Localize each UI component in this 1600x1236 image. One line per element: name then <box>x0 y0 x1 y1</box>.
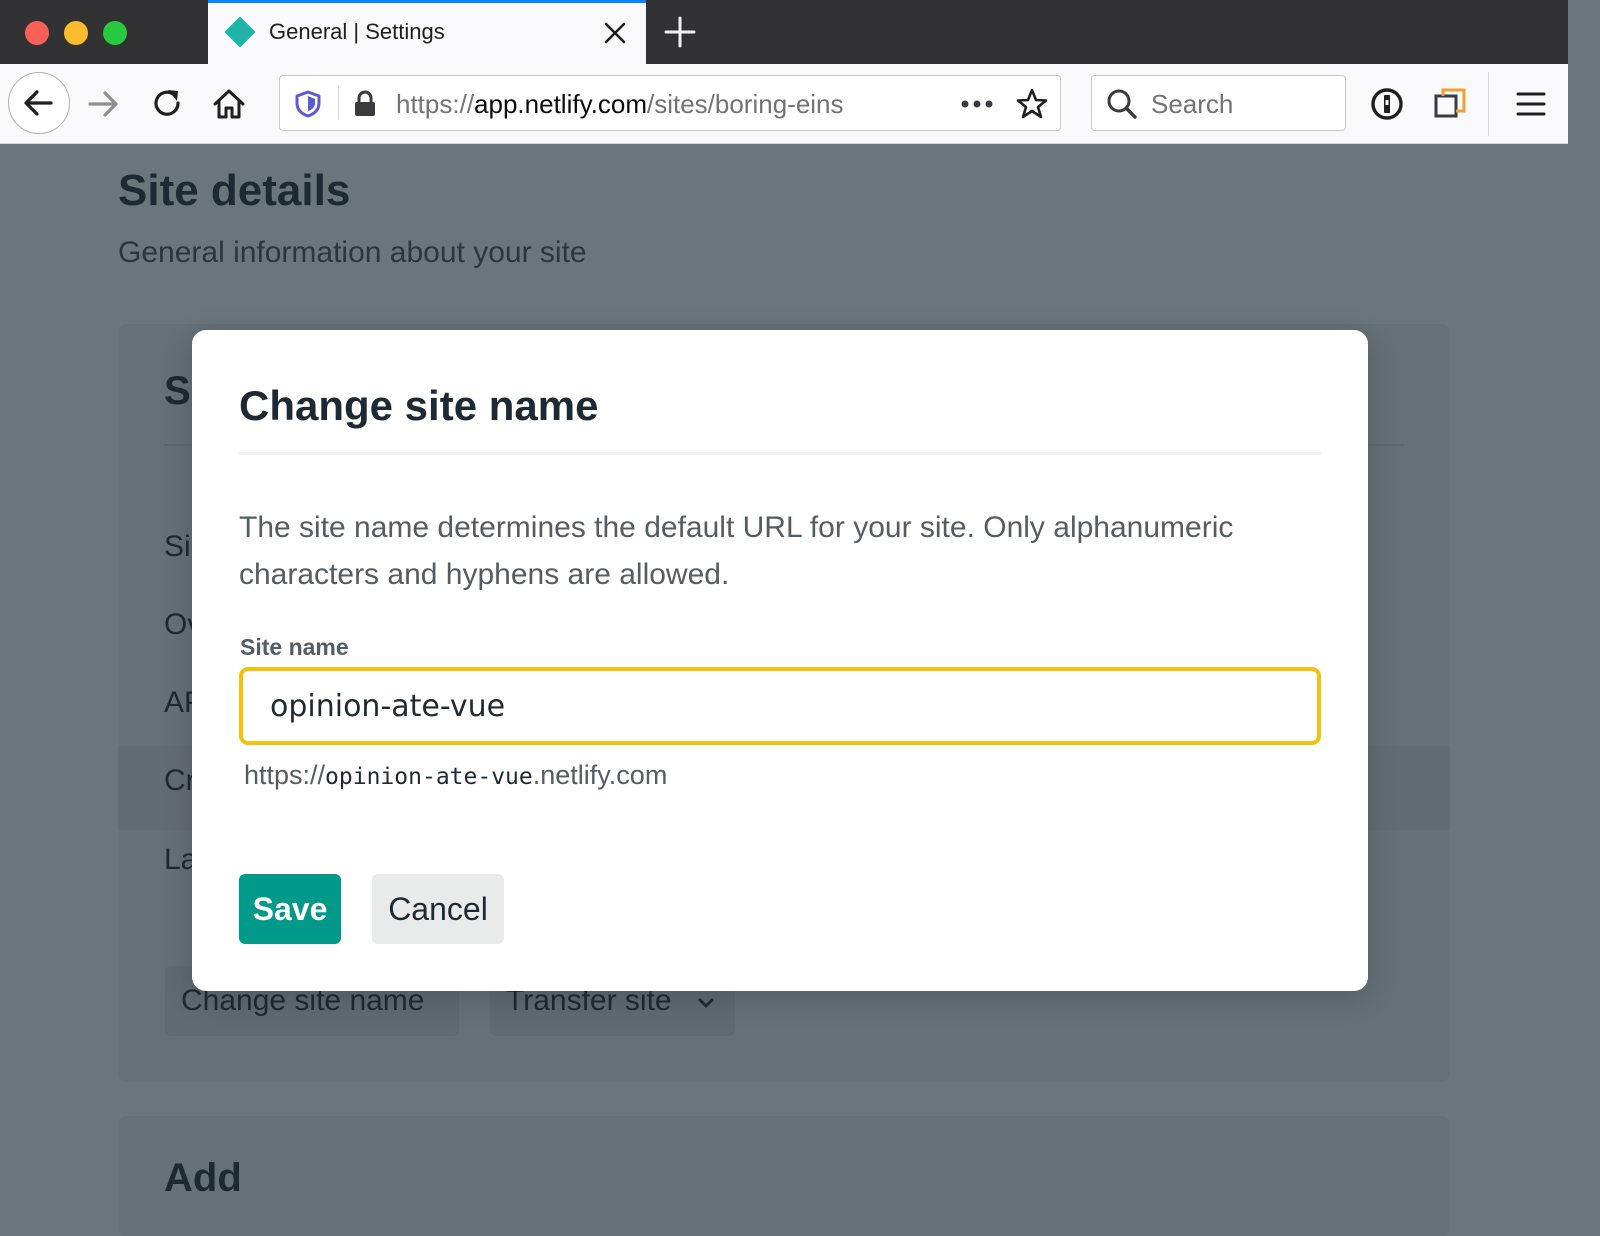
close-tab-icon[interactable] <box>601 19 629 47</box>
address-bar-separator <box>338 86 339 120</box>
card-heading: S <box>164 369 191 413</box>
zoom-window-button[interactable] <box>103 21 127 45</box>
site-url-preview: https://opinion-ate-vue.netlify.com <box>244 760 667 791</box>
back-button[interactable] <box>8 72 70 134</box>
dialog-description: The site name determines the default URL… <box>239 511 1234 591</box>
page-title: Site details <box>118 166 351 215</box>
change-site-name-dialog: Change site name The site name determine… <box>192 330 1368 991</box>
search-placeholder: Search <box>1151 89 1234 119</box>
tab-title: General | Settings <box>269 19 445 44</box>
preview-url-scheme: https:// <box>244 760 326 790</box>
password-manager-icon[interactable] <box>1369 86 1405 122</box>
search-bar[interactable]: Search <box>1091 75 1346 131</box>
container-extension-icon[interactable] <box>1432 86 1468 122</box>
save-button[interactable]: Save <box>239 874 341 944</box>
search-icon <box>1107 89 1137 119</box>
url-scheme: https:// <box>396 89 475 119</box>
site-name-label: Site name <box>240 634 349 660</box>
preview-domain-suffix: .netlify.com <box>532 760 668 790</box>
dialog-divider <box>239 452 1321 455</box>
card-row-label: Si <box>164 530 191 563</box>
preview-site-name: opinion-ate-vue <box>325 764 533 790</box>
dialog-title: Change site name <box>239 382 599 429</box>
browser-toolbar: https://app.netlify.com/sites/boring-ein… <box>0 64 1568 144</box>
reload-icon[interactable] <box>149 86 185 122</box>
cancel-button[interactable]: Cancel <box>372 874 504 944</box>
minimize-window-button[interactable] <box>64 21 88 45</box>
card-heading: Add <box>164 1156 242 1200</box>
chevron-down-icon <box>698 998 714 1008</box>
close-window-button[interactable] <box>25 21 49 45</box>
bookmark-star-icon[interactable] <box>1015 87 1049 121</box>
active-tab[interactable]: General | Settings <box>208 0 646 64</box>
arrow-left-icon <box>24 90 53 116</box>
url-host: app.netlify.com <box>474 89 647 119</box>
browser-tab-bar: General | Settings <box>0 0 1568 64</box>
url-path: /sites/boring-eins <box>646 89 844 119</box>
lock-icon[interactable] <box>352 90 378 118</box>
new-tab-icon[interactable] <box>662 14 698 50</box>
page-actions-more-icon[interactable] <box>960 94 996 114</box>
home-icon[interactable] <box>211 86 247 122</box>
forward-arrow-icon[interactable] <box>86 86 122 122</box>
url-text[interactable]: https://app.netlify.com/sites/boring-ein… <box>396 89 896 120</box>
toolbar-divider <box>1488 72 1489 136</box>
site-name-input[interactable] <box>239 667 1321 745</box>
second-card: Add <box>118 1116 1450 1236</box>
card-row-label: Cr <box>164 764 196 797</box>
hamburger-menu-icon[interactable] <box>1513 86 1549 122</box>
page-subtitle: General information about your site <box>118 236 587 269</box>
netlify-favicon-icon <box>224 16 256 48</box>
address-bar[interactable]: https://app.netlify.com/sites/boring-ein… <box>279 75 1061 131</box>
tracking-protection-shield-icon[interactable] <box>294 90 322 118</box>
